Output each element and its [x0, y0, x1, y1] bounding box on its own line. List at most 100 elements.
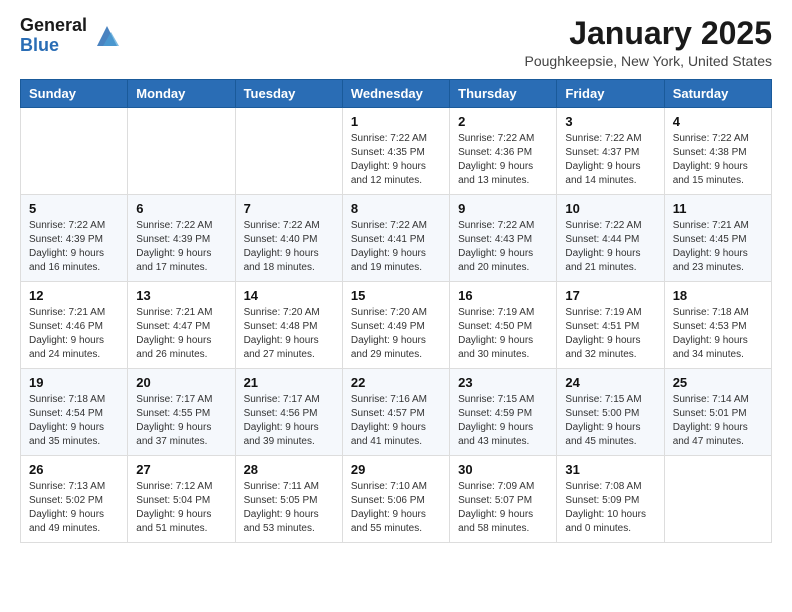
day-info: Sunrise: 7:15 AM Sunset: 5:00 PM Dayligh…	[565, 393, 655, 449]
calendar-day-cell: 30 Sunrise: 7:09 AM Sunset: 5:07 PM Dayli…	[450, 456, 557, 543]
day-info: Sunrise: 7:22 AM Sunset: 4:35 PM Dayligh…	[351, 132, 441, 188]
day-number: 19	[29, 375, 119, 390]
calendar-day-cell: 12 Sunrise: 7:21 AM Sunset: 4:46 PM Dayli…	[21, 282, 128, 369]
day-number: 3	[565, 114, 655, 129]
day-info: Sunrise: 7:19 AM Sunset: 4:50 PM Dayligh…	[458, 306, 548, 362]
logo-icon	[93, 22, 121, 50]
day-number: 18	[673, 288, 763, 303]
day-number: 28	[244, 462, 334, 477]
location-text: Poughkeepsie, New York, United States	[525, 53, 773, 69]
logo: General Blue	[20, 16, 121, 56]
day-number: 16	[458, 288, 548, 303]
day-info: Sunrise: 7:21 AM Sunset: 4:45 PM Dayligh…	[673, 219, 763, 275]
calendar-day-cell: 23 Sunrise: 7:15 AM Sunset: 4:59 PM Dayli…	[450, 369, 557, 456]
calendar-day-cell: 1 Sunrise: 7:22 AM Sunset: 4:35 PM Daylig…	[342, 108, 449, 195]
calendar-week-row: 5 Sunrise: 7:22 AM Sunset: 4:39 PM Daylig…	[21, 195, 772, 282]
day-info: Sunrise: 7:17 AM Sunset: 4:55 PM Dayligh…	[136, 393, 226, 449]
day-number: 27	[136, 462, 226, 477]
day-of-week-header: Saturday	[664, 80, 771, 108]
calendar-day-cell: 22 Sunrise: 7:16 AM Sunset: 4:57 PM Dayli…	[342, 369, 449, 456]
calendar-week-row: 1 Sunrise: 7:22 AM Sunset: 4:35 PM Daylig…	[21, 108, 772, 195]
day-info: Sunrise: 7:20 AM Sunset: 4:48 PM Dayligh…	[244, 306, 334, 362]
calendar-day-cell: 10 Sunrise: 7:22 AM Sunset: 4:44 PM Dayli…	[557, 195, 664, 282]
day-of-week-header: Sunday	[21, 80, 128, 108]
day-info: Sunrise: 7:22 AM Sunset: 4:38 PM Dayligh…	[673, 132, 763, 188]
day-number: 29	[351, 462, 441, 477]
calendar-day-cell: 13Sunrise: 7:21 AM Sunset: 4:47 PM Dayli…	[128, 282, 235, 369]
day-number: 26	[29, 462, 119, 477]
calendar-day-cell: 17Sunrise: 7:19 AM Sunset: 4:51 PM Dayli…	[557, 282, 664, 369]
day-info: Sunrise: 7:09 AM Sunset: 5:07 PM Dayligh…	[458, 480, 548, 536]
calendar-day-cell: 5 Sunrise: 7:22 AM Sunset: 4:39 PM Daylig…	[21, 195, 128, 282]
day-info: Sunrise: 7:16 AM Sunset: 4:57 PM Dayligh…	[351, 393, 441, 449]
calendar-day-cell: 18 Sunrise: 7:18 AM Sunset: 4:53 PM Dayli…	[664, 282, 771, 369]
day-number: 31	[565, 462, 655, 477]
day-number: 7	[244, 201, 334, 216]
calendar-day-cell: 7 Sunrise: 7:22 AM Sunset: 4:40 PM Daylig…	[235, 195, 342, 282]
day-info: Sunrise: 7:22 AM Sunset: 4:40 PM Dayligh…	[244, 219, 334, 275]
day-number: 1	[351, 114, 441, 129]
day-number: 14	[244, 288, 334, 303]
day-number: 11	[673, 201, 763, 216]
day-info: Sunrise: 7:13 AM Sunset: 5:02 PM Dayligh…	[29, 480, 119, 536]
day-number: 10	[565, 201, 655, 216]
day-of-week-header: Tuesday	[235, 80, 342, 108]
day-info: Sunrise: 7:14 AM Sunset: 5:01 PM Dayligh…	[673, 393, 763, 449]
day-info: Sunrise: 7:15 AM Sunset: 4:59 PM Dayligh…	[458, 393, 548, 449]
day-info: Sunrise: 7:17 AM Sunset: 4:56 PM Dayligh…	[244, 393, 334, 449]
day-info: Sunrise: 7:20 AM Sunset: 4:49 PM Dayligh…	[351, 306, 441, 362]
calendar-day-cell	[21, 108, 128, 195]
title-section: January 2025 Poughkeepsie, New York, Uni…	[525, 16, 773, 69]
day-info: Sunrise: 7:21 AM Sunset: 4:46 PM Dayligh…	[29, 306, 119, 362]
calendar-table: SundayMondayTuesdayWednesdayThursdayFrid…	[20, 79, 772, 543]
day-info: Sunrise: 7:12 AM Sunset: 5:04 PM Dayligh…	[136, 480, 226, 536]
day-info: Sunrise: 7:11 AM Sunset: 5:05 PM Dayligh…	[244, 480, 334, 536]
day-number: 13	[136, 288, 226, 303]
calendar-day-cell: 4 Sunrise: 7:22 AM Sunset: 4:38 PM Daylig…	[664, 108, 771, 195]
calendar-day-cell: 9Sunrise: 7:22 AM Sunset: 4:43 PM Daylig…	[450, 195, 557, 282]
day-number: 25	[673, 375, 763, 390]
calendar-day-cell: 8Sunrise: 7:22 AM Sunset: 4:41 PM Daylig…	[342, 195, 449, 282]
calendar-day-cell: 27 Sunrise: 7:12 AM Sunset: 5:04 PM Dayli…	[128, 456, 235, 543]
day-info: Sunrise: 7:18 AM Sunset: 4:53 PM Dayligh…	[673, 306, 763, 362]
day-number: 20	[136, 375, 226, 390]
day-number: 22	[351, 375, 441, 390]
calendar-day-cell: 26 Sunrise: 7:13 AM Sunset: 5:02 PM Dayli…	[21, 456, 128, 543]
calendar-day-cell: 24 Sunrise: 7:15 AM Sunset: 5:00 PM Dayli…	[557, 369, 664, 456]
day-number: 5	[29, 201, 119, 216]
day-info: Sunrise: 7:22 AM Sunset: 4:39 PM Dayligh…	[29, 219, 119, 275]
day-info: Sunrise: 7:10 AM Sunset: 5:06 PM Dayligh…	[351, 480, 441, 536]
logo-blue-text: Blue	[20, 36, 87, 56]
day-number: 30	[458, 462, 548, 477]
day-number: 24	[565, 375, 655, 390]
calendar-header-row: SundayMondayTuesdayWednesdayThursdayFrid…	[21, 80, 772, 108]
calendar-day-cell	[664, 456, 771, 543]
calendar-day-cell: 28 Sunrise: 7:11 AM Sunset: 5:05 PM Dayli…	[235, 456, 342, 543]
day-of-week-header: Thursday	[450, 80, 557, 108]
calendar-day-cell: 29 Sunrise: 7:10 AM Sunset: 5:06 PM Dayli…	[342, 456, 449, 543]
calendar-day-cell: 19Sunrise: 7:18 AM Sunset: 4:54 PM Dayli…	[21, 369, 128, 456]
day-number: 15	[351, 288, 441, 303]
day-number: 17	[565, 288, 655, 303]
month-title: January 2025	[525, 16, 773, 51]
day-number: 23	[458, 375, 548, 390]
calendar-day-cell: 2Sunrise: 7:22 AM Sunset: 4:36 PM Daylig…	[450, 108, 557, 195]
calendar-day-cell: 25 Sunrise: 7:14 AM Sunset: 5:01 PM Dayli…	[664, 369, 771, 456]
day-number: 2	[458, 114, 548, 129]
day-number: 21	[244, 375, 334, 390]
calendar-week-row: 19Sunrise: 7:18 AM Sunset: 4:54 PM Dayli…	[21, 369, 772, 456]
day-info: Sunrise: 7:22 AM Sunset: 4:37 PM Dayligh…	[565, 132, 655, 188]
day-number: 4	[673, 114, 763, 129]
calendar-day-cell	[128, 108, 235, 195]
calendar-week-row: 26 Sunrise: 7:13 AM Sunset: 5:02 PM Dayli…	[21, 456, 772, 543]
calendar-day-cell: 15 Sunrise: 7:20 AM Sunset: 4:49 PM Dayli…	[342, 282, 449, 369]
day-number: 12	[29, 288, 119, 303]
day-info: Sunrise: 7:22 AM Sunset: 4:41 PM Dayligh…	[351, 219, 441, 275]
calendar-day-cell: 3 Sunrise: 7:22 AM Sunset: 4:37 PM Daylig…	[557, 108, 664, 195]
day-number: 6	[136, 201, 226, 216]
day-of-week-header: Wednesday	[342, 80, 449, 108]
calendar-week-row: 12 Sunrise: 7:21 AM Sunset: 4:46 PM Dayli…	[21, 282, 772, 369]
calendar-day-cell: 14 Sunrise: 7:20 AM Sunset: 4:48 PM Dayli…	[235, 282, 342, 369]
calendar-day-cell	[235, 108, 342, 195]
day-info: Sunrise: 7:22 AM Sunset: 4:44 PM Dayligh…	[565, 219, 655, 275]
